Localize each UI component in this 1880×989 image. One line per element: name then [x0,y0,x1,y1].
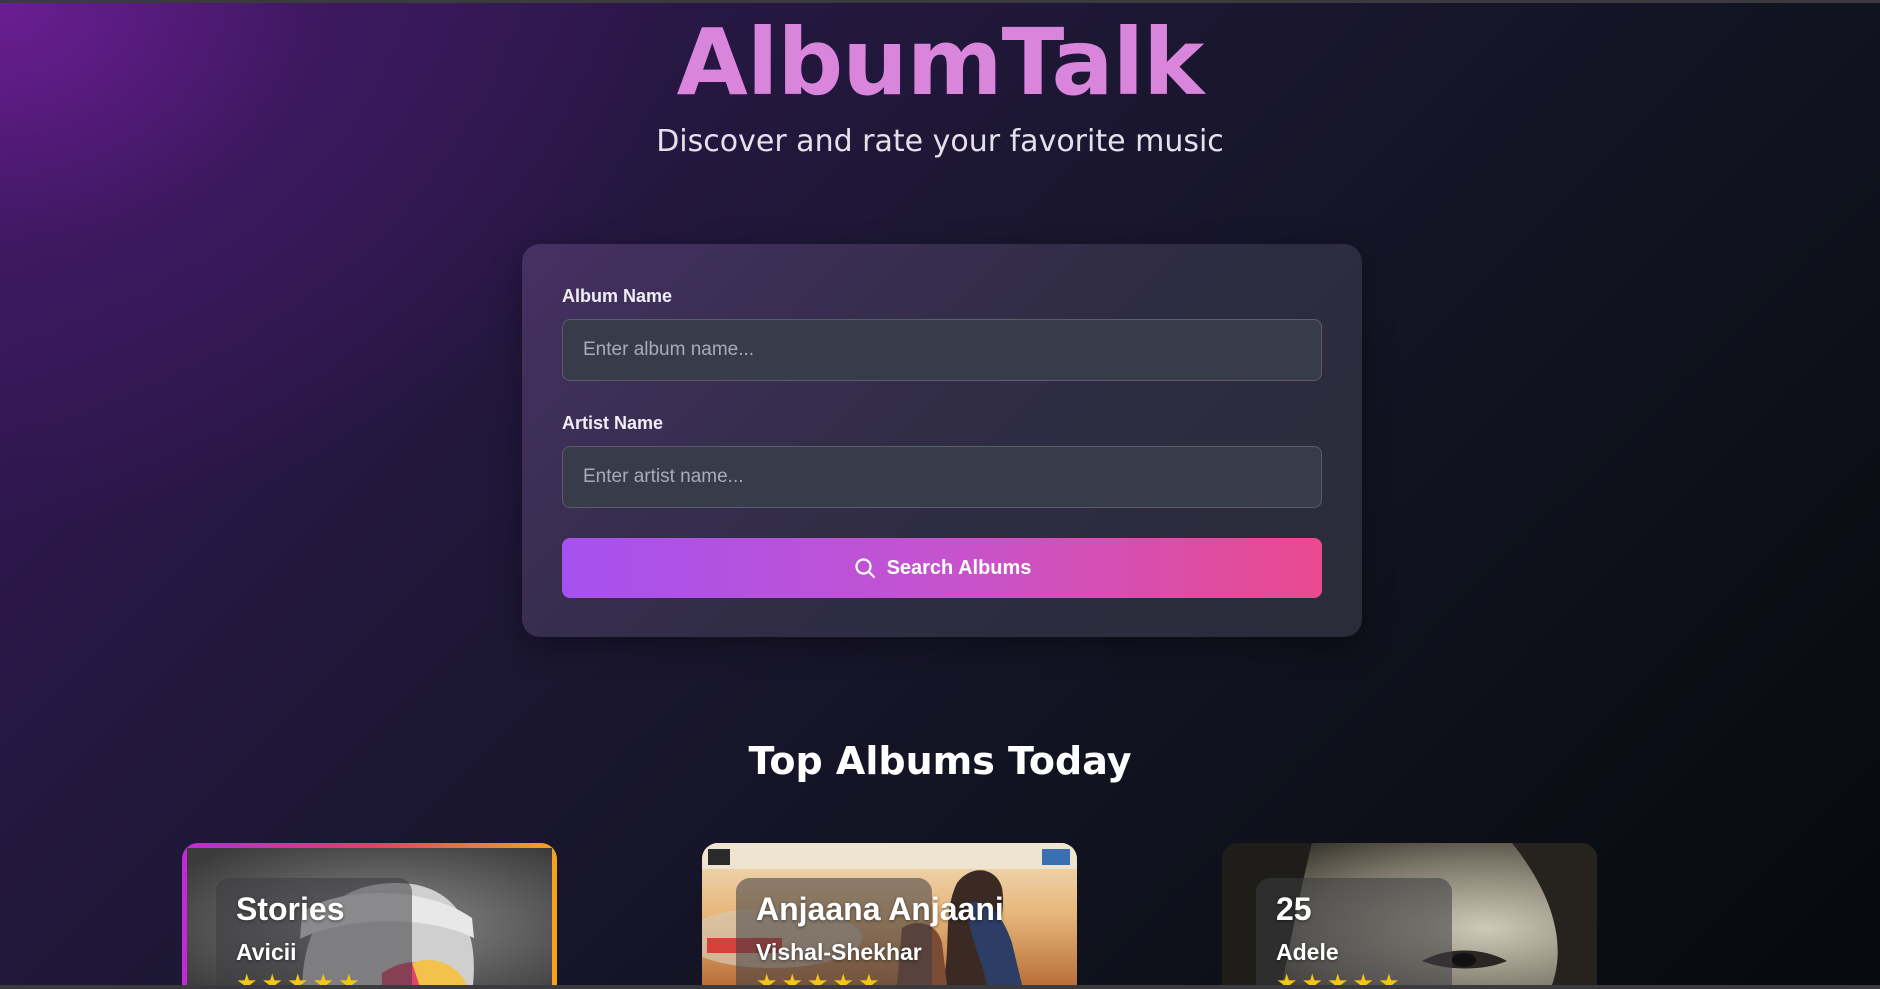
window-top-border [0,0,1880,3]
album-artist: Adele [1276,939,1339,965]
artist-name-label: Artist Name [562,413,664,433]
album-name-label: Album Name [562,286,673,306]
album-rating-stars: ★★★★★ [236,969,364,985]
top-albums-heading: Top Albums Today [748,739,1132,783]
search-form: Album Name Artist Name Search Albums [522,244,1362,637]
app-subtitle: Discover and rate your favorite music [656,124,1224,159]
album-card[interactable]: Anjaana Anjaani Vishal-Shekhar ★★★★★ [702,843,1077,985]
album-title: Stories [236,891,345,927]
album-artist: Vishal-Shekhar [756,939,922,965]
album-rating-stars: ★★★★★ [756,969,884,985]
search-albums-button[interactable]: Search Albums [562,538,1322,598]
search-button-label: Search Albums [886,556,1032,579]
album-title: 25 [1276,891,1312,927]
search-icon [853,556,877,580]
album-card[interactable]: 25 Adele ★★★★★ [1222,843,1597,985]
artist-name-input[interactable] [562,446,1322,508]
album-name-input[interactable] [562,319,1322,381]
album-card[interactable]: Stories Avicii ★★★★★ [182,843,557,985]
window-bottom-border [0,985,1880,989]
album-title: Anjaana Anjaani [756,891,1004,927]
album-artist: Avicii [236,939,297,965]
album-rating-stars: ★★★★★ [1276,969,1404,985]
app-title: AlbumTalk [676,9,1205,116]
